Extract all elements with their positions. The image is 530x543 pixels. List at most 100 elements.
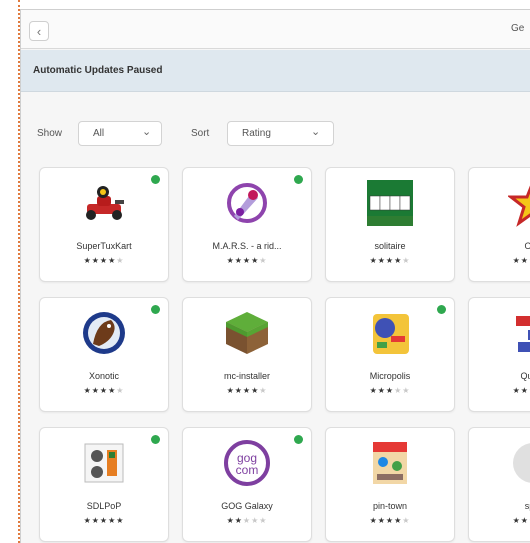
app-card[interactable]: solitaire ★★★★★: [325, 167, 455, 282]
star-icon: ★: [226, 516, 235, 525]
rating-stars: ★★★★★: [326, 256, 454, 265]
rating-stars: ★★★★★: [183, 386, 311, 395]
chevron-down-icon: ⌄: [142, 126, 152, 138]
app-card[interactable]: Xonotic ★★★★★: [39, 297, 169, 412]
race-kart-icon: [79, 178, 129, 228]
updates-banner: Automatic Updates Paused: [21, 50, 530, 92]
prince-icon: [79, 438, 129, 488]
star-icon: ★: [377, 516, 386, 525]
installed-check-icon: [151, 175, 160, 184]
app-name: SDLPoP: [86, 501, 122, 511]
header-title: Ge: [511, 23, 525, 34]
show-label: Show: [37, 128, 63, 139]
star-icon: ★: [402, 516, 411, 525]
show-select[interactable]: All ⌄: [78, 121, 162, 146]
header-bar: ‹ Ge: [21, 10, 530, 49]
app-card[interactable]: Quadr ★★★★★: [468, 297, 530, 412]
back-button[interactable]: ‹: [29, 21, 49, 41]
chevron-down-icon: ⌄: [311, 126, 321, 138]
star-icon: ★: [83, 516, 92, 525]
show-value: All: [93, 128, 105, 139]
star-icon: ★: [99, 386, 109, 395]
app-name: spel: [524, 501, 530, 511]
star-icon: ★: [83, 256, 92, 265]
star-icon: ★: [259, 256, 268, 265]
star-icon: ★: [116, 516, 125, 525]
app-name: solitaire: [374, 241, 406, 251]
star-icon: ★: [116, 386, 125, 395]
sort-label: Sort: [191, 128, 210, 139]
star-icon: ★: [512, 386, 521, 395]
star-icon: ★: [385, 256, 395, 265]
rating-stars: ★★★★★: [326, 386, 454, 395]
rating-stars: ★★★★★: [40, 256, 168, 265]
star-icon: ★: [99, 256, 109, 265]
app-card[interactable]: gog com GOG Galaxy ★★★★★: [182, 427, 312, 542]
rating-stars: ★★★★★: [40, 516, 168, 525]
svg-text:com: com: [236, 463, 259, 477]
map-icon: [365, 308, 415, 358]
star-icon: ★: [512, 516, 521, 525]
filter-row: Show All ⌄ Sort Rating ⌄: [21, 121, 530, 147]
placeholder-icon: [508, 438, 530, 488]
star-icon: ★: [259, 516, 268, 525]
rating-stars: ★★★★★: [183, 256, 311, 265]
installed-check-icon: [151, 305, 160, 314]
app-card[interactable]: mc-installer ★★★★★: [182, 297, 312, 412]
star-icon: ★: [99, 516, 109, 525]
app-card[interactable]: Ope ★★★★★: [468, 167, 530, 282]
software-window: ‹ Ge Automatic Updates Paused Show All ⌄…: [20, 9, 530, 543]
app-card[interactable]: Micropolis ★★★★★: [325, 297, 455, 412]
star-icon: ★: [369, 516, 378, 525]
star-icon: ★: [234, 386, 243, 395]
app-card[interactable]: SDLPoP ★★★★★: [39, 427, 169, 542]
blocks-icon: [508, 308, 530, 358]
grass-block-icon: [222, 308, 272, 358]
star-icon: ★: [385, 386, 395, 395]
star-icon: ★: [91, 386, 100, 395]
installed-check-icon: [294, 435, 303, 444]
left-edge-strip: [0, 0, 20, 543]
star-icon: ★: [226, 256, 235, 265]
star-icon: ★: [402, 386, 411, 395]
star-icon: ★: [385, 516, 395, 525]
star-icon: ★: [234, 516, 243, 525]
app-name: Quadr: [520, 371, 530, 381]
sort-value: Rating: [242, 128, 271, 139]
star-icon: ★: [116, 256, 125, 265]
app-name: pin-town: [372, 501, 408, 511]
star-icon: ★: [377, 386, 386, 395]
star-icon: ★: [91, 516, 100, 525]
star-icon: ★: [369, 386, 378, 395]
xonotic-icon: [79, 308, 129, 358]
banner-text: Automatic Updates Paused: [33, 65, 163, 76]
app-name: M.A.R.S. - a rid...: [212, 241, 282, 251]
star-icon: ★: [377, 256, 386, 265]
cards-icon: [365, 178, 415, 228]
rating-stars: ★★★★★: [469, 386, 530, 395]
gog-icon: gog com: [222, 438, 272, 488]
rating-stars: ★★★★★: [469, 516, 530, 525]
app-name: Xonotic: [88, 371, 120, 381]
star-icon: ★: [91, 256, 100, 265]
star-icon: [508, 178, 530, 228]
installed-check-icon: [294, 175, 303, 184]
rating-stars: ★★★★★: [469, 256, 530, 265]
star-icon: ★: [234, 256, 243, 265]
star-icon: ★: [520, 516, 529, 525]
mars-ship-icon: [222, 178, 272, 228]
star-icon: ★: [369, 256, 378, 265]
rating-stars: ★★★★★: [40, 386, 168, 395]
star-icon: ★: [259, 386, 268, 395]
star-icon: ★: [242, 256, 252, 265]
app-card[interactable]: SuperTuxKart ★★★★★: [39, 167, 169, 282]
app-name: SuperTuxKart: [76, 241, 132, 251]
app-card[interactable]: spel ★★★★★: [468, 427, 530, 542]
app-name: Ope: [469, 241, 530, 251]
star-icon: ★: [242, 516, 252, 525]
app-card[interactable]: M.A.R.S. - a rid... ★★★★★: [182, 167, 312, 282]
app-name: GOG Galaxy: [221, 501, 273, 511]
sort-select[interactable]: Rating ⌄: [227, 121, 334, 146]
app-card[interactable]: pin-town ★★★★★: [325, 427, 455, 542]
star-icon: ★: [520, 256, 529, 265]
